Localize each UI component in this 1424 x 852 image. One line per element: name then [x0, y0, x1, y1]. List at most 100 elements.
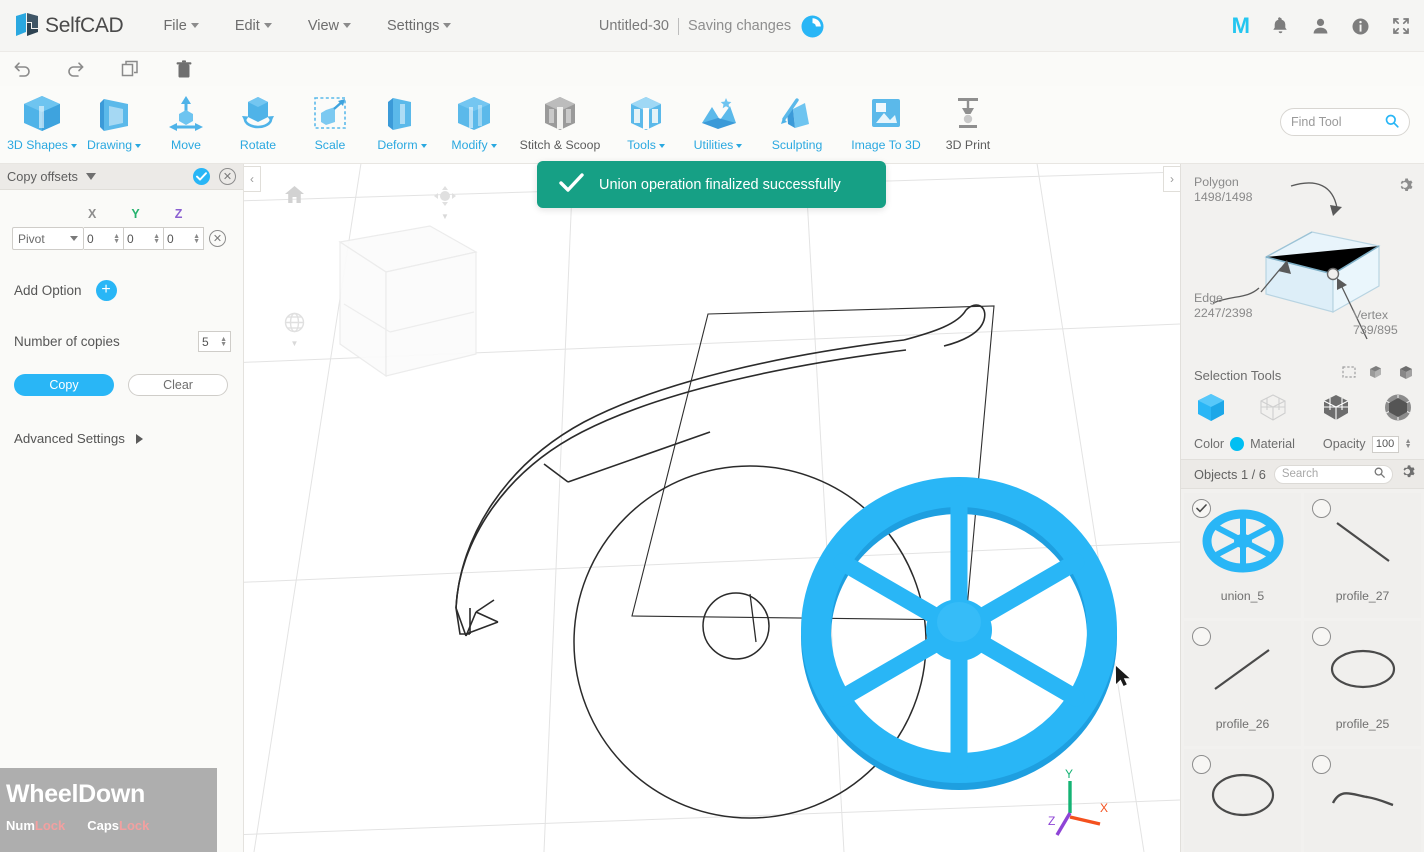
offset-mode-select[interactable]: Pivot — [12, 227, 84, 250]
menu-view[interactable]: View — [306, 14, 353, 38]
document-title[interactable]: Untitled-30 — [599, 18, 669, 34]
tool-rotate[interactable]: Rotate — [222, 86, 294, 162]
advanced-settings-row[interactable]: Advanced Settings — [0, 431, 243, 446]
tool-utilities[interactable]: Utilities — [682, 86, 754, 162]
select-all-icon[interactable] — [1398, 365, 1414, 385]
chevron-down-icon[interactable] — [85, 173, 96, 180]
object-mode-icon[interactable] — [1195, 392, 1227, 428]
tool-move[interactable]: Move — [150, 86, 222, 162]
tool-modify[interactable]: Modify — [438, 86, 510, 162]
object-selected-checkbox[interactable] — [1312, 499, 1331, 518]
brand-name: SelfCAD — [45, 13, 124, 37]
stepper-arrows-icon[interactable]: ▲ ▼ — [220, 336, 227, 348]
gear-icon[interactable] — [1401, 464, 1416, 484]
stepper-arrows-icon[interactable]: ▲ ▼ — [1405, 438, 1412, 450]
material-icon[interactable] — [1301, 435, 1317, 453]
view-orientation-widget[interactable]: ▼ — [434, 186, 456, 221]
quick-action-bar — [0, 52, 1424, 86]
add-option-button[interactable]: + — [95, 280, 117, 301]
opacity-input[interactable]: 100 — [1371, 435, 1399, 453]
duplicate-icon[interactable] — [118, 58, 142, 80]
offset-x-input[interactable]: 0 ▲ ▼ — [84, 227, 124, 250]
objects-header: Objects 1 / 6 Search — [1181, 459, 1424, 489]
polygon-mode-icon[interactable] — [1382, 392, 1414, 428]
opacity-value: 100 — [1375, 438, 1395, 450]
tool-3d-shapes[interactable]: 3D Shapes — [6, 86, 78, 162]
vertex-mode-icon[interactable] — [1257, 392, 1289, 428]
tool-image-to-3d[interactable]: Image To 3D — [840, 86, 932, 162]
remove-offset-button[interactable]: ✕ — [209, 230, 226, 247]
offset-row: Pivot 0 ▲ ▼ 0 ▲ ▼ 0 ▲ ▼ ✕ — [0, 227, 243, 250]
number-of-copies-value: 5 — [202, 334, 209, 349]
object-name: profile_26 — [1215, 717, 1270, 731]
capslock-prefix: Caps — [87, 818, 120, 833]
object-card-union-5[interactable]: union_5 — [1184, 493, 1301, 618]
brand-logo[interactable]: SelfCAD — [14, 12, 124, 39]
user-brand-badge[interactable]: M — [1232, 13, 1250, 39]
tool-drawing[interactable]: Drawing — [78, 86, 150, 162]
find-tool-input[interactable]: Find Tool — [1280, 108, 1410, 136]
stepper-arrows-icon[interactable]: ▲ ▼ — [153, 233, 160, 245]
menu-edit[interactable]: Edit — [233, 14, 274, 38]
confirm-button[interactable] — [193, 168, 210, 185]
axis-x-label: X — [1100, 801, 1108, 815]
home-view-icon[interactable] — [285, 186, 304, 208]
copy-button[interactable]: Copy — [14, 374, 114, 396]
lock-keys-row: NumLock CapsLock — [6, 818, 217, 833]
numlock-indicator: NumLock — [6, 818, 65, 833]
grid-settings-widget[interactable]: ▼ — [284, 312, 305, 348]
tool-deform[interactable]: Deform — [366, 86, 438, 162]
info-icon[interactable] — [1351, 17, 1370, 36]
object-card-profile-27[interactable]: profile_27 — [1304, 493, 1421, 618]
chevron-down-icon[interactable]: ▼ — [284, 339, 305, 348]
objects-search-input[interactable]: Search — [1273, 464, 1393, 484]
axis-gizmo[interactable]: Y X Z — [1048, 767, 1110, 842]
object-selected-checkbox[interactable] — [1192, 627, 1211, 646]
add-option-row: Add Option + — [0, 280, 243, 301]
invert-selection-icon[interactable] — [1369, 365, 1385, 385]
undo-icon[interactable] — [10, 58, 34, 80]
tool-tools[interactable]: Tools — [610, 86, 682, 162]
rectangle-select-icon[interactable] — [1342, 365, 1356, 385]
collapse-right-panel-button[interactable]: › — [1163, 166, 1180, 192]
object-card-6[interactable] — [1304, 749, 1421, 852]
tool-sculpting[interactable]: Sculpting — [754, 86, 840, 162]
object-card-profile-25[interactable]: profile_25 — [1304, 621, 1421, 746]
collapse-left-panel-button[interactable]: ‹ — [244, 166, 261, 192]
offset-z-value: 0 — [167, 231, 174, 246]
tool-stitch-and-scoop[interactable]: Stitch & Scoop — [510, 86, 610, 162]
notifications-bell-icon[interactable] — [1271, 17, 1290, 36]
selection-tools-label: Selection Tools — [1194, 367, 1282, 383]
close-button[interactable]: ✕ — [219, 168, 236, 185]
edge-mode-icon[interactable] — [1320, 392, 1352, 428]
object-card-5[interactable] — [1184, 749, 1301, 852]
cube-icon — [20, 93, 64, 135]
chevron-down-icon[interactable]: ▼ — [434, 212, 456, 221]
fullscreen-icon[interactable] — [1391, 17, 1410, 36]
polygon-label: Polygon — [1194, 175, 1239, 189]
tool-3d-print[interactable]: 3D Print — [932, 86, 1004, 162]
axis-z-label: Z — [1048, 814, 1055, 828]
object-selected-checkbox[interactable] — [1312, 755, 1331, 774]
redo-icon[interactable] — [64, 58, 88, 80]
number-of-copies-input[interactable]: 5 ▲ ▼ — [198, 331, 231, 352]
tool-label: Scale — [314, 138, 346, 152]
user-account-icon[interactable] — [1311, 17, 1330, 36]
delete-icon[interactable] — [172, 58, 196, 80]
menu-file[interactable]: File — [161, 14, 200, 38]
stepper-arrows-icon[interactable]: ▲ ▼ — [113, 233, 120, 245]
object-selected-checkbox[interactable] — [1192, 755, 1211, 774]
tool-scale[interactable]: Scale — [294, 86, 366, 162]
offset-z-input[interactable]: 0 ▲ ▼ — [164, 227, 204, 250]
3d-viewport[interactable]: ‹ › ▼ ▼ Y X Z — [244, 164, 1180, 852]
object-card-profile-26[interactable]: profile_26 — [1184, 621, 1301, 746]
chevron-down-icon — [736, 143, 743, 148]
color-swatch[interactable] — [1230, 437, 1245, 451]
offset-y-input[interactable]: 0 ▲ ▼ — [124, 227, 164, 250]
menu-settings[interactable]: Settings — [385, 14, 453, 38]
object-selected-checkbox[interactable] — [1192, 499, 1211, 518]
chevron-down-icon — [70, 143, 77, 148]
stepper-arrows-icon[interactable]: ▲ ▼ — [193, 233, 200, 245]
clear-button[interactable]: Clear — [128, 374, 228, 396]
object-selected-checkbox[interactable] — [1312, 627, 1331, 646]
